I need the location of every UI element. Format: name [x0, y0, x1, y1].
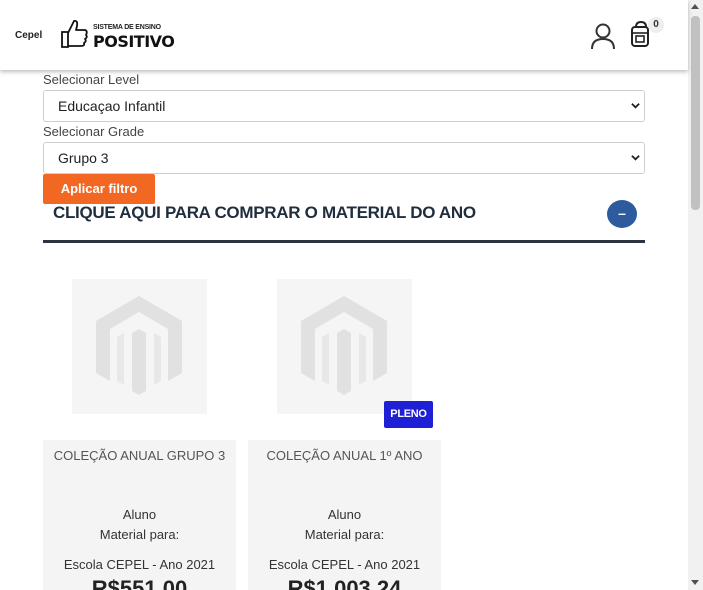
grade-select[interactable]: Grupo 3 [43, 142, 645, 174]
positivo-logo[interactable]: SISTEMA DE ENSINO POSITIVO [57, 17, 179, 51]
placeholder-logo-icon [301, 296, 387, 395]
section-title[interactable]: CLIQUE AQUI PARA COMPRAR O MATERIAL DO A… [53, 203, 476, 223]
logo-subtitle: SISTEMA DE ENSINO [93, 24, 161, 31]
thumbs-up-logo-icon [61, 19, 88, 48]
level-select-value: Educaçao Infantil [58, 98, 166, 114]
product-image-placeholder[interactable] [277, 279, 412, 414]
level-select[interactable]: Educaçao Infantil [43, 90, 645, 122]
product-price: R$551,00 [91, 576, 188, 590]
user-icon [591, 23, 615, 50]
school-brand[interactable]: Cepel [15, 30, 42, 41]
scroll-down-arrow-icon[interactable] [691, 580, 699, 585]
product-price: R$1.003,24 [287, 576, 402, 590]
product-info: COLEÇÃO ANUAL 1º ANO Aluno Material para… [248, 440, 441, 590]
chevron-down-icon [631, 155, 640, 161]
site-header: Cepel SISTEMA DE ENSINO POSITIVO 0 [0, 0, 688, 70]
level-label: Selecionar Level [43, 72, 140, 87]
product-material-label: Material para: [304, 527, 385, 542]
product-material-label: Material para: [99, 527, 180, 542]
cart-count-badge: 0 [648, 17, 664, 33]
product-name[interactable]: COLEÇÃO ANUAL GRUPO 3 [43, 448, 236, 463]
section-divider [43, 240, 645, 243]
page-scrollbar[interactable] [688, 0, 703, 590]
scroll-up-arrow-icon[interactable] [691, 4, 699, 9]
logo-title: POSITIVO [93, 32, 175, 51]
product-school: Escola CEPEL - Ano 2021 [268, 557, 421, 572]
scroll-thumb[interactable] [691, 16, 700, 210]
collapse-button[interactable]: – [607, 200, 637, 228]
account-button[interactable] [590, 22, 616, 50]
product-image-placeholder[interactable] [72, 279, 207, 414]
pleno-badge: PLENO [384, 401, 433, 428]
apply-filter-button[interactable]: Aplicar filtro [43, 174, 155, 204]
product-audience: Aluno [327, 507, 362, 522]
grade-label: Selecionar Grade [43, 124, 145, 139]
grade-select-value: Grupo 3 [58, 150, 109, 166]
product-info: COLEÇÃO ANUAL GRUPO 3 Aluno Material par… [43, 440, 236, 590]
product-audience: Aluno [122, 507, 157, 522]
placeholder-logo-icon [96, 296, 182, 395]
product-name[interactable]: COLEÇÃO ANUAL 1º ANO [248, 448, 441, 463]
product-school: Escola CEPEL - Ano 2021 [63, 557, 216, 572]
product-card[interactable]: COLEÇÃO ANUAL GRUPO 3 Aluno Material par… [43, 262, 236, 590]
chevron-down-icon [631, 103, 640, 109]
